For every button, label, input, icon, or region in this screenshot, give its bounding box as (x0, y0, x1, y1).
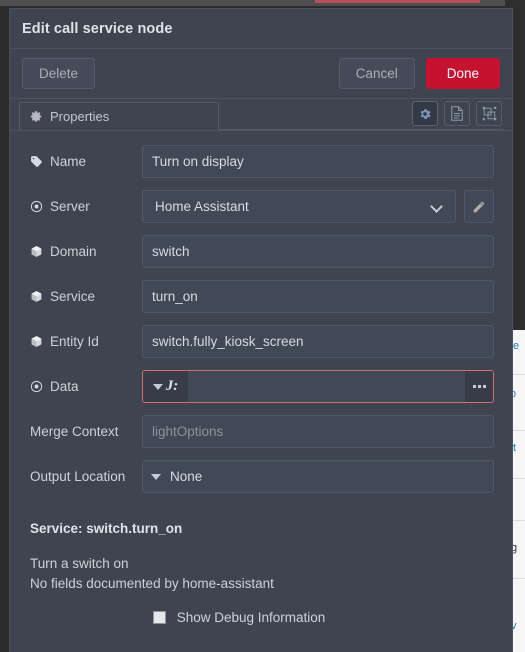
form-row-data: Data J: (30, 370, 494, 403)
gear-icon (418, 107, 432, 121)
form-row-entity-id: Entity Id switch.fully_kiosk_screen (30, 325, 494, 358)
chevron-down-icon (431, 200, 444, 213)
caret-down-icon (152, 383, 163, 390)
gear-icon (30, 110, 43, 123)
service-doc-body: Turn a switch on No fields documented by… (30, 554, 494, 593)
cube-icon (30, 245, 43, 258)
edit-server-button[interactable] (464, 190, 494, 223)
service-input[interactable]: turn_on (142, 280, 494, 313)
name-label-group: Name (30, 154, 142, 169)
data-type-selector[interactable]: J: (143, 371, 188, 402)
tab-label: Properties (50, 109, 110, 124)
output-location-select[interactable]: None (142, 460, 494, 493)
entity-id-label-group: Entity Id (30, 334, 142, 349)
entity-id-label: Entity Id (50, 334, 99, 349)
target-icon (30, 200, 43, 213)
data-expand-button[interactable] (465, 371, 493, 402)
output-location-value: None (170, 469, 203, 484)
entity-id-input[interactable]: switch.fully_kiosk_screen (142, 325, 494, 358)
form-row-server: Server Home Assistant (30, 190, 494, 223)
service-doc-heading: Service: switch.turn_on (30, 521, 183, 536)
service-description: Turn a switch on (30, 556, 129, 571)
document-icon-button[interactable] (444, 101, 470, 126)
form-row-merge-context: Merge Context lightOptions (30, 415, 494, 448)
delete-button[interactable]: Delete (22, 58, 96, 89)
show-debug-label: Show Debug Information (176, 610, 326, 626)
edit-node-dialog: Edit call service node Delete Cancel Don… (9, 8, 513, 652)
tab-properties[interactable]: Properties (19, 102, 219, 130)
target-icon (30, 380, 43, 393)
data-typed-input: J: (142, 370, 494, 403)
service-fields-note: No fields documented by home-assistant (30, 575, 274, 591)
dialog-button-bar: Delete Cancel Done (10, 49, 512, 99)
cube-icon (30, 290, 43, 303)
tag-icon (30, 155, 43, 168)
form-row-output-location: Output Location None (30, 460, 494, 493)
dialog-tab-bar: Properties (10, 99, 512, 131)
data-value-input[interactable] (188, 371, 465, 402)
appearance-icon-button[interactable] (476, 101, 502, 126)
output-location-label-group: Output Location (30, 469, 142, 484)
show-debug-checkbox[interactable] (152, 611, 166, 625)
cancel-button[interactable]: Cancel (338, 58, 415, 89)
panel-text: t (513, 442, 517, 454)
background-highlight-line (315, 0, 480, 3)
dialog-header: Edit call service node (10, 9, 512, 49)
domain-input[interactable]: switch (142, 235, 494, 268)
server-select[interactable]: Home Assistant (142, 190, 456, 223)
merge-context-label: Merge Context (30, 424, 119, 439)
dialog-form: Name Turn on display Server Home Assista… (10, 131, 512, 652)
ellipsis-icon (472, 385, 486, 388)
gear-icon-button[interactable] (412, 101, 438, 126)
name-label: Name (50, 154, 87, 169)
tab-icon-group (412, 101, 502, 126)
merge-context-label-group: Merge Context (30, 424, 142, 439)
done-button[interactable]: Done (425, 58, 500, 89)
caret-down-icon (151, 473, 161, 480)
pencil-icon (472, 200, 486, 214)
show-debug-row: Show Debug Information (30, 610, 494, 625)
form-row-name: Name Turn on display (30, 145, 494, 178)
dialog-title: Edit call service node (22, 20, 173, 37)
service-label: Service (50, 289, 96, 304)
document-icon (450, 106, 464, 121)
cube-icon (30, 335, 43, 348)
server-selected-value: Home Assistant (155, 199, 249, 214)
appearance-icon (482, 106, 497, 121)
server-label-group: Server (30, 199, 142, 214)
server-label: Server (50, 199, 90, 214)
service-label-group: Service (30, 289, 142, 304)
form-row-service: Service turn_on (30, 280, 494, 313)
name-input[interactable]: Turn on display (142, 145, 494, 178)
json-type-icon: J: (165, 378, 179, 394)
merge-context-input[interactable]: lightOptions (142, 415, 494, 448)
domain-label: Domain (50, 244, 97, 259)
output-location-label: Output Location (30, 469, 126, 484)
data-label-group: Data (30, 379, 142, 394)
domain-label-group: Domain (30, 244, 142, 259)
form-row-domain: Domain switch (30, 235, 494, 268)
data-label: Data (50, 379, 79, 394)
